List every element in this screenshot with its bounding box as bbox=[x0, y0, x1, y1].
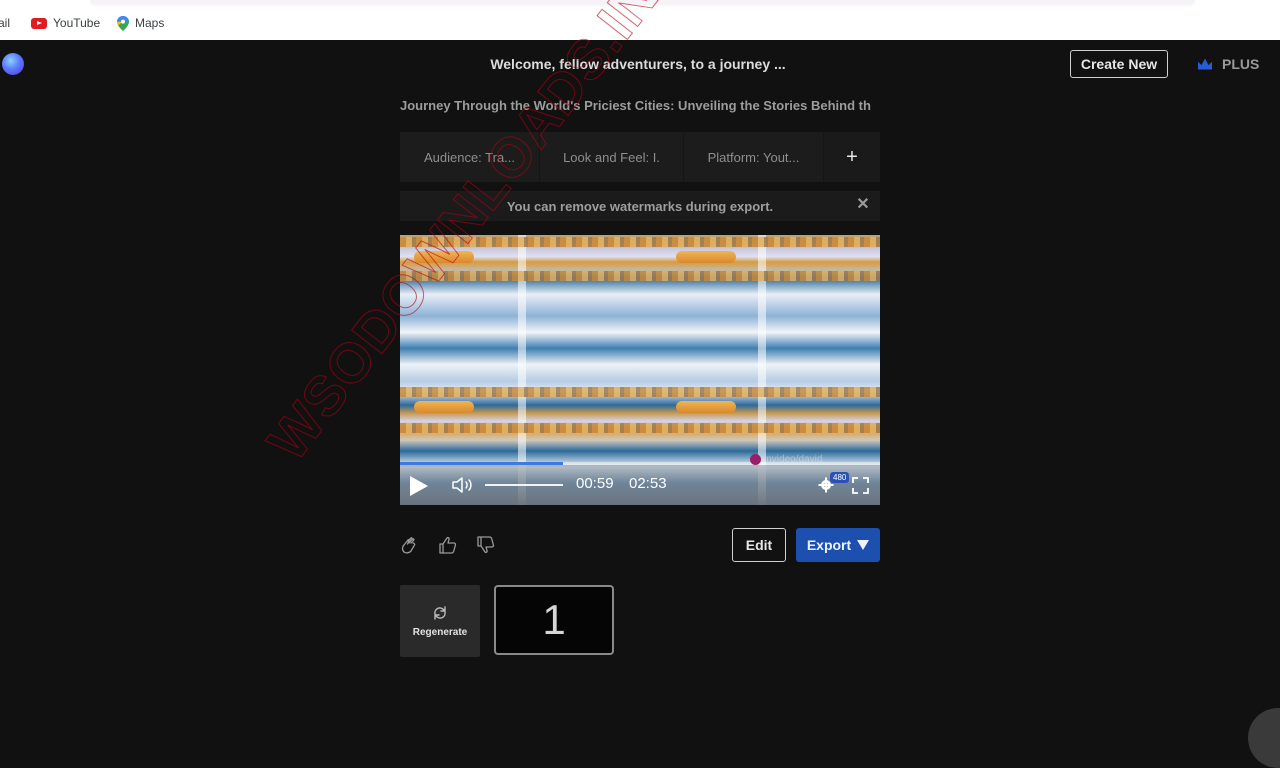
address-bar-edge bbox=[90, 0, 1195, 4]
help-widget[interactable] bbox=[1248, 708, 1280, 768]
bookmark-youtube[interactable]: YouTube bbox=[31, 15, 100, 31]
volume-slider[interactable] bbox=[485, 484, 563, 486]
youtube-icon bbox=[31, 17, 47, 29]
edit-button[interactable]: Edit bbox=[732, 528, 786, 562]
feedback-buttons bbox=[400, 535, 496, 555]
export-button[interactable]: Export bbox=[796, 528, 880, 562]
plan-badge[interactable]: PLUS bbox=[1198, 56, 1259, 72]
bookmark-label: Maps bbox=[135, 16, 165, 30]
tag-look-and-feel[interactable]: Look and Feel: I. bbox=[540, 132, 684, 182]
video-frame-detail bbox=[414, 251, 474, 263]
progress-fill bbox=[400, 462, 564, 465]
bookmark-maps[interactable]: Maps bbox=[117, 15, 164, 31]
settings-tags: Audience: Tra... Look and Feel: I. Platf… bbox=[400, 132, 880, 182]
brand-watermark-text: invideo/david bbox=[764, 454, 823, 465]
clap-icon[interactable] bbox=[400, 535, 420, 555]
play-button[interactable] bbox=[410, 476, 428, 496]
thumbs-up-icon[interactable] bbox=[438, 535, 458, 555]
version-thumbnail[interactable]: 1 bbox=[494, 585, 614, 655]
caret-down-icon bbox=[857, 540, 870, 550]
duration: 02:53 bbox=[629, 475, 667, 492]
crown-icon bbox=[1198, 58, 1212, 70]
plan-label: PLUS bbox=[1222, 56, 1260, 72]
brand-watermark: invideo/david bbox=[750, 454, 822, 465]
watermark-notice: You can remove watermarks during export.… bbox=[400, 191, 880, 221]
video-frame-detail bbox=[676, 251, 736, 263]
video-player[interactable]: invideo/david 00:59 02:53 480 bbox=[400, 235, 880, 505]
maps-icon bbox=[117, 15, 129, 31]
video-frame-detail bbox=[676, 401, 736, 413]
export-label: Export bbox=[806, 537, 852, 553]
bookmark-gmail[interactable]: ail bbox=[0, 15, 10, 31]
regenerate-button[interactable]: Regenerate bbox=[400, 585, 480, 657]
bookmarks-bar: ail YouTube Maps bbox=[0, 0, 1280, 40]
player-controls: invideo/david 00:59 02:53 480 bbox=[400, 454, 880, 505]
add-tag-button[interactable]: + bbox=[824, 132, 880, 182]
volume-icon[interactable] bbox=[451, 476, 475, 494]
tag-platform[interactable]: Platform: Yout... bbox=[684, 132, 824, 182]
video-frame-detail bbox=[400, 423, 880, 433]
create-new-button[interactable]: Create New bbox=[1070, 50, 1168, 78]
notice-text: You can remove watermarks during export. bbox=[506, 198, 774, 214]
regenerate-label: Regenerate bbox=[412, 626, 468, 638]
quality-badge: 480 bbox=[830, 472, 850, 483]
video-frame-detail bbox=[400, 237, 880, 247]
tag-audience[interactable]: Audience: Tra... bbox=[400, 132, 540, 182]
fullscreen-icon[interactable] bbox=[852, 477, 869, 494]
video-frame-detail bbox=[400, 387, 880, 397]
app: Welcome, fellow adventurers, to a journe… bbox=[0, 40, 1280, 768]
brand-logo-icon bbox=[750, 454, 761, 465]
video-subtitle: Journey Through the World's Priciest Cit… bbox=[400, 98, 871, 113]
video-frame-detail bbox=[414, 401, 474, 413]
refresh-icon bbox=[434, 605, 446, 620]
close-icon[interactable]: ✕ bbox=[856, 197, 870, 213]
bookmark-label: YouTube bbox=[53, 16, 101, 30]
video-frame-detail bbox=[400, 271, 880, 281]
bookmark-label: ail bbox=[0, 16, 11, 30]
current-time: 00:59 bbox=[576, 475, 614, 492]
thumbs-down-icon[interactable] bbox=[476, 535, 496, 555]
